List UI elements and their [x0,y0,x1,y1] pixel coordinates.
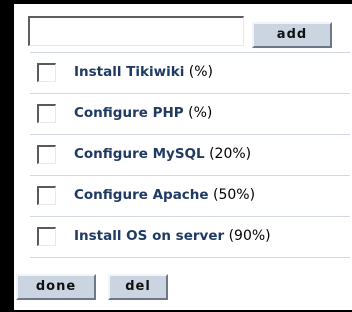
task-name[interactable]: Install OS on server [74,228,224,244]
task-checkbox[interactable] [37,145,56,164]
task-item: Configure PHP (%) [30,93,350,134]
task-progress: (%) [188,64,214,80]
task-label: Install OS on server (90%) [74,228,271,244]
task-name[interactable]: Configure MySQL [74,146,205,162]
task-checkbox[interactable] [37,227,56,246]
todo-panel: add Install Tikiwiki (%) Configure PHP (… [14,4,352,310]
done-button[interactable]: done [16,274,96,300]
task-progress: (20%) [209,146,252,162]
task-name[interactable]: Configure PHP [74,105,184,121]
task-label: Configure Apache (50%) [74,187,255,203]
list-divider [30,257,350,258]
task-name[interactable]: Configure Apache [74,187,209,203]
task-label: Install Tikiwiki (%) [74,64,213,80]
task-label: Configure PHP (%) [74,105,212,121]
task-item: Install OS on server (90%) [30,216,350,257]
task-label: Configure MySQL (20%) [74,146,251,162]
add-button[interactable]: add [252,22,332,48]
task-item: Configure MySQL (20%) [30,134,350,175]
task-checkbox[interactable] [37,186,56,205]
task-name[interactable]: Install Tikiwiki [74,64,184,80]
task-item: Install Tikiwiki (%) [30,52,350,93]
add-task-row: add [14,4,352,52]
new-task-input[interactable] [28,16,244,46]
task-checkbox[interactable] [37,104,56,123]
task-checkbox[interactable] [37,63,56,82]
task-item: Configure Apache (50%) [30,175,350,216]
delete-button[interactable]: del [108,274,168,300]
task-list: Install Tikiwiki (%) Configure PHP (%) C… [30,52,350,258]
task-progress: (90%) [228,228,271,244]
task-progress: (50%) [213,187,256,203]
task-progress: (%) [188,105,213,121]
